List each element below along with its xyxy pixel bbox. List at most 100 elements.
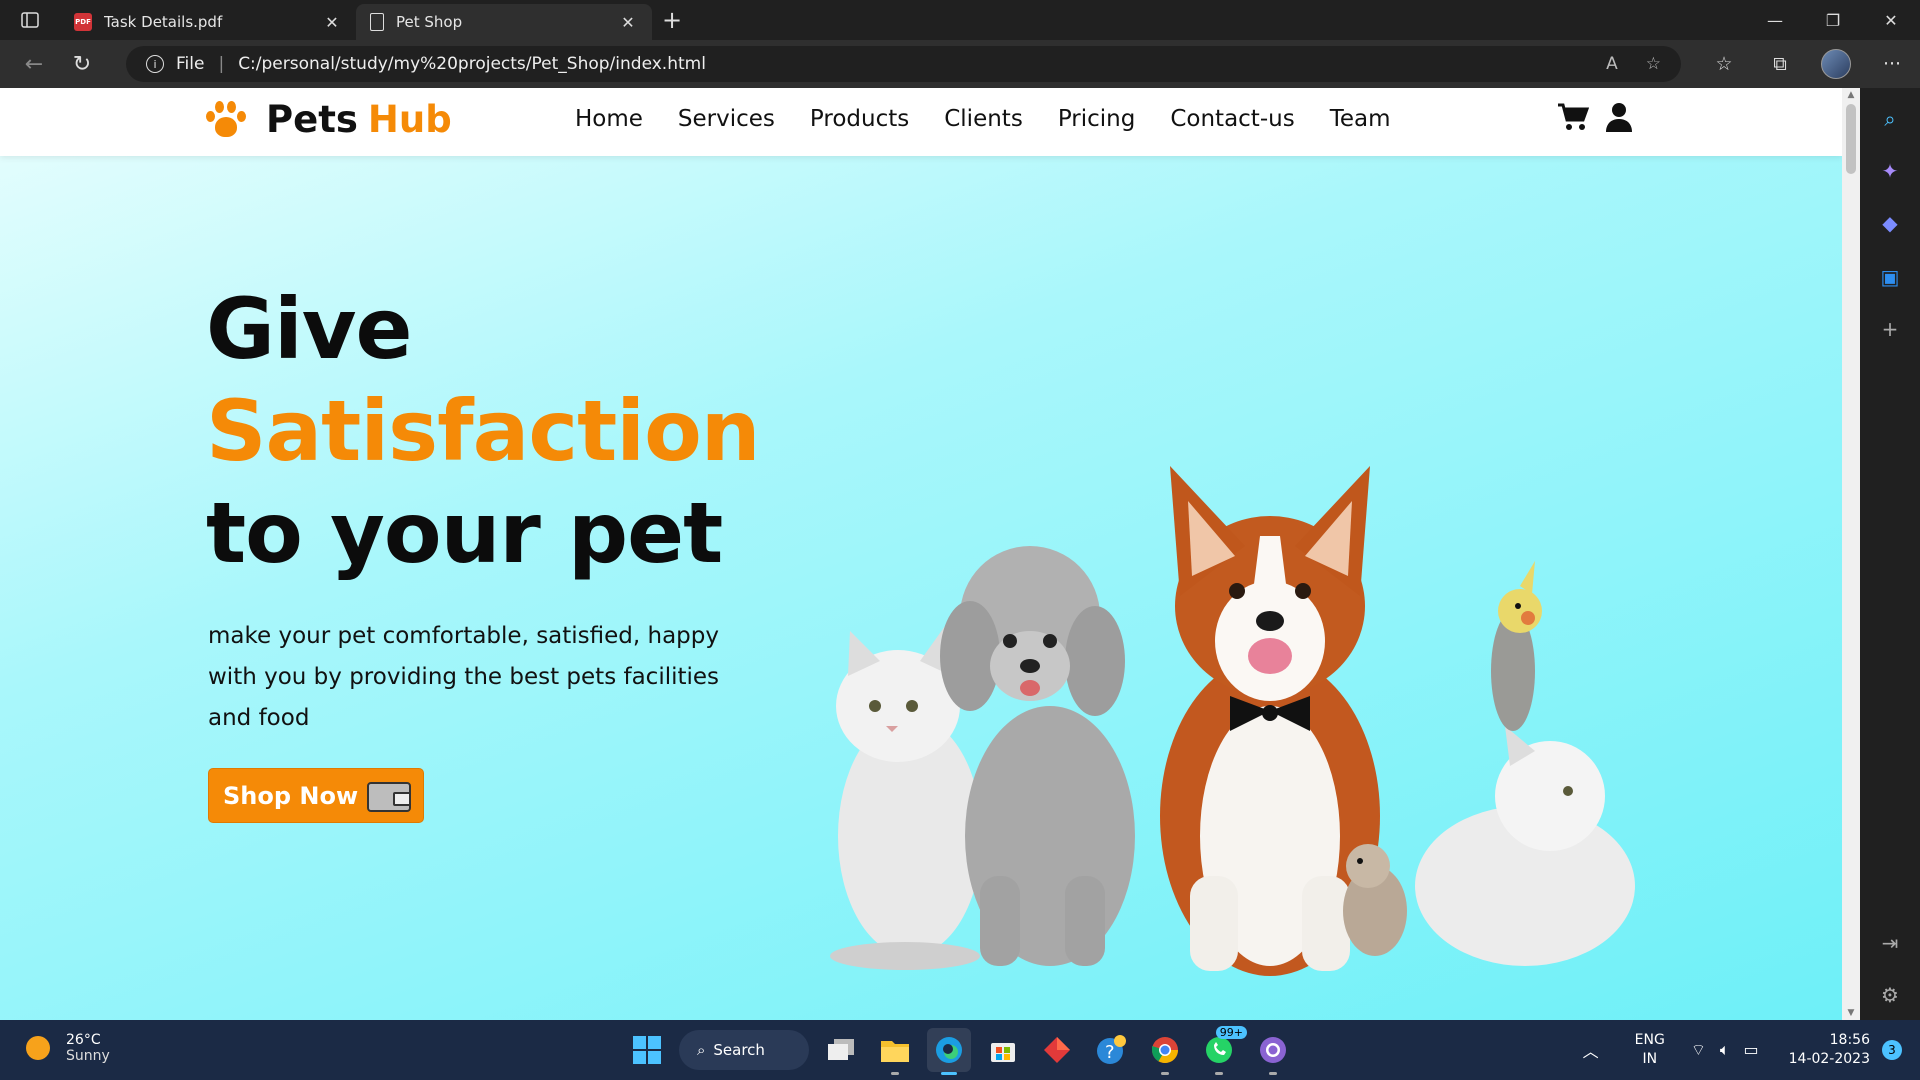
file-explorer-icon[interactable] — [873, 1028, 917, 1075]
hero-section: Give Satisfaction to your pet make your … — [0, 156, 1842, 1020]
close-tab-icon[interactable]: ✕ — [618, 13, 638, 32]
sidebar-settings-icon[interactable]: ⚙ — [1875, 980, 1905, 1010]
browser-toolbar-right: ☆ ⧉ ··· — [1696, 40, 1920, 88]
cart-icon[interactable] — [1557, 102, 1590, 132]
parrot-image — [1491, 561, 1542, 731]
page-icon — [370, 13, 384, 31]
profile-avatar[interactable] — [1821, 49, 1851, 79]
microsoft-store-icon[interactable] — [981, 1028, 1025, 1072]
battery-icon: ▭ — [1743, 1040, 1759, 1059]
hero-heading-line3: to your pet — [206, 484, 723, 582]
info-icon[interactable]: i — [146, 55, 164, 73]
search-label: Search — [713, 1041, 765, 1059]
back-button[interactable]: ← — [10, 40, 58, 88]
brand-name-part2: Hub — [367, 98, 452, 141]
pdf-icon: PDF — [74, 13, 92, 31]
tab-pet-shop[interactable]: Pet Shop ✕ — [356, 4, 652, 40]
clock-time: 18:56 — [1829, 1032, 1870, 1048]
search-icon: ⌕ — [697, 1041, 706, 1059]
search-icon[interactable]: ⌕ — [1875, 104, 1905, 134]
site-logo[interactable]: Pets Hub — [206, 98, 452, 141]
omnibox-actions: A ☆ — [1606, 54, 1661, 74]
whatsapp-icon[interactable]: 99+ — [1197, 1026, 1247, 1075]
minimize-icon[interactable]: — — [1746, 0, 1804, 40]
shop-now-label: Shop Now — [223, 781, 359, 810]
notification-badge[interactable]: 3 — [1882, 1040, 1902, 1060]
clock[interactable]: 18:56 14-02-2023 — [1789, 1031, 1870, 1069]
page-scrollbar[interactable]: ▲ ▼ — [1842, 88, 1860, 1020]
menu-item-team[interactable]: Team — [1330, 106, 1391, 132]
scheme-label: File — [176, 54, 205, 74]
url-text[interactable]: C:/personal/study/my%20projects/Pet_Shop… — [238, 54, 706, 74]
language-code: ENG — [1634, 1032, 1665, 1048]
header-icons — [1557, 102, 1635, 132]
scroll-down-icon[interactable]: ▼ — [1842, 1008, 1860, 1018]
add-favorite-icon[interactable]: ☆ — [1646, 54, 1661, 74]
hide-sidebar-icon[interactable]: ⇥ — [1875, 928, 1905, 958]
paw-icon — [206, 100, 246, 139]
start-button[interactable] — [625, 1028, 669, 1072]
menu-item-contact-us[interactable]: Contact-us — [1170, 106, 1294, 132]
chrome-icon[interactable] — [1143, 1028, 1187, 1075]
close-tab-icon[interactable]: ✕ — [322, 13, 342, 32]
quick-settings[interactable]: ⌔ 🔈︎ ▭ — [1691, 1040, 1759, 1060]
window-controls: — ❐ ✕ — [1746, 0, 1920, 40]
shopping-icon[interactable]: ◆ — [1875, 208, 1905, 238]
more-options-icon[interactable]: ··· — [1864, 53, 1920, 75]
scrollbar-thumb[interactable] — [1846, 104, 1856, 174]
system-tray: ︿ ENG IN ⌔ 🔈︎ ▭ 18:56 14-02-2023 3 — [1583, 1020, 1920, 1080]
wifi-icon: ⌔ — [1690, 1040, 1706, 1059]
refresh-button[interactable]: ↻ — [58, 40, 106, 88]
menu-item-pricing[interactable]: Pricing — [1058, 106, 1136, 132]
pets-group-image — [830, 466, 1635, 976]
volume-icon: 🔈︎ — [1719, 1040, 1730, 1059]
region-code: IN — [1642, 1051, 1658, 1067]
address-bar[interactable]: i File | C:/personal/study/my%20projects… — [126, 46, 1681, 82]
show-hidden-icons[interactable]: ︿ — [1583, 1038, 1599, 1062]
site-header: Pets Hub Home Services Products Clients … — [0, 88, 1842, 156]
clock-date: 14-02-2023 — [1788, 1051, 1870, 1067]
outlook-icon[interactable]: ▣ — [1875, 262, 1905, 292]
git-app-icon[interactable] — [1035, 1028, 1079, 1072]
close-window-icon[interactable]: ✕ — [1862, 0, 1920, 40]
new-tab-button[interactable]: + — [652, 0, 692, 40]
separator: | — [218, 54, 225, 74]
brand-name-part1: Pets — [266, 98, 358, 141]
taskbar-search[interactable]: ⌕ Search — [679, 1030, 809, 1070]
browser-tab-bar: PDF Task Details.pdf ✕ Pet Shop ✕ + — ❐ … — [0, 0, 1920, 40]
wallet-icon — [367, 782, 411, 812]
menu-item-services[interactable]: Services — [678, 106, 775, 132]
page-viewport: Pets Hub Home Services Products Clients … — [0, 88, 1842, 1020]
menu-item-products[interactable]: Products — [810, 106, 909, 132]
tab-actions-button[interactable] — [0, 0, 60, 40]
tab-task-details[interactable]: PDF Task Details.pdf ✕ — [60, 4, 356, 40]
windows-taskbar: 26°C Sunny ⌕ Search ? 99+ ︿ ENG IN ⌔ 🔈︎ … — [0, 1020, 1920, 1080]
address-toolbar: ← ↻ i File | C:/personal/study/my%20proj… — [0, 40, 1920, 88]
whatsapp-badge: 99+ — [1215, 1026, 1247, 1039]
scroll-up-icon[interactable]: ▲ — [1842, 90, 1860, 100]
sun-icon — [26, 1036, 50, 1060]
restore-icon[interactable]: ❐ — [1804, 0, 1862, 40]
copilot-icon[interactable]: ✦ — [1875, 156, 1905, 186]
shop-now-button[interactable]: Shop Now — [208, 768, 424, 823]
menu-item-home[interactable]: Home — [575, 106, 643, 132]
windows-icon — [633, 1036, 661, 1064]
svg-text:?: ? — [1105, 1042, 1115, 1063]
edge-browser-icon[interactable] — [927, 1028, 971, 1075]
user-icon[interactable] — [1605, 102, 1635, 132]
add-sidebar-app-icon[interactable]: + — [1875, 314, 1905, 344]
menu-item-clients[interactable]: Clients — [944, 106, 1023, 132]
language-indicator[interactable]: ENG IN — [1635, 1031, 1665, 1069]
main-menu: Home Services Products Clients Pricing C… — [575, 106, 1390, 132]
help-app-icon[interactable]: ? — [1089, 1028, 1133, 1072]
weather-condition: Sunny — [66, 1048, 110, 1064]
task-view-button[interactable] — [819, 1028, 863, 1072]
read-aloud-icon[interactable]: A — [1606, 54, 1618, 74]
taskbar-apps: ⌕ Search ? 99+ — [625, 1026, 1295, 1075]
browser-sidebar: ⌕ ✦ ◆ ▣ + ⇥ ⚙ — [1860, 88, 1920, 1020]
collections-icon[interactable]: ⧉ — [1752, 53, 1808, 75]
weather-widget[interactable]: 26°C Sunny — [26, 1032, 110, 1064]
github-desktop-icon[interactable] — [1251, 1028, 1295, 1075]
favorites-icon[interactable]: ☆ — [1696, 53, 1752, 75]
tab-actions-icon — [21, 12, 39, 28]
